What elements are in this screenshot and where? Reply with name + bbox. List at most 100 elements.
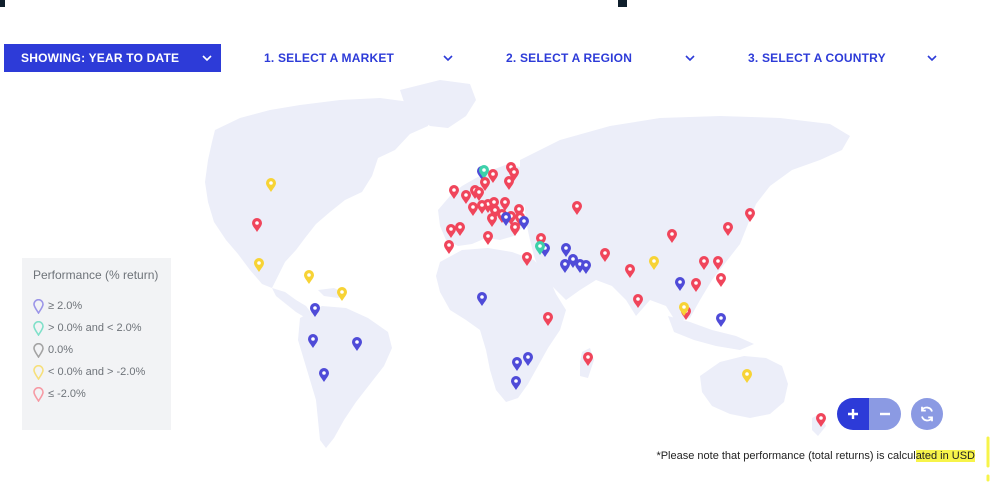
map-pin-dot: [526, 355, 530, 359]
central-america: [272, 288, 312, 318]
legend-item-label: ≥ 2.0%: [48, 300, 83, 312]
map-pin-dot: [517, 207, 521, 211]
map-pin-dot: [340, 290, 344, 294]
region-dropdown-label: 2. SELECT A REGION: [506, 51, 633, 65]
map-pin-dot: [678, 280, 682, 284]
map-pin-icon: [33, 386, 44, 402]
map-pin-negative[interactable]: [337, 287, 347, 301]
map-pin-dot: [564, 246, 568, 250]
map-pin-icon: [716, 313, 726, 327]
reset-view-button[interactable]: [911, 398, 943, 430]
period-dropdown-label: SHOWING: YEAR TO DATE: [21, 51, 180, 65]
map-pin-icon: [483, 231, 493, 245]
map-pin-dot: [255, 221, 259, 225]
map-pin-dot: [682, 305, 686, 309]
period-dropdown[interactable]: SHOWING: YEAR TO DATE: [4, 44, 221, 72]
map-pin-dot: [514, 379, 518, 383]
map-pin-dot: [719, 276, 723, 280]
map-pin-dot: [539, 236, 543, 240]
footnote-text: Please note that performance (total retu…: [660, 450, 916, 462]
legend-item-label: < 0.0% and > -2.0%: [48, 366, 146, 378]
map-pin-dot: [745, 372, 749, 376]
map-pin-dot: [575, 204, 579, 208]
map-pin-dot: [670, 232, 674, 236]
map-pin-dot: [490, 216, 494, 220]
minus-icon: [880, 412, 890, 416]
chevron-down-icon: [684, 52, 696, 64]
map-pin-negative[interactable]: [304, 270, 314, 284]
market-dropdown[interactable]: 1. SELECT A MARKET: [264, 44, 462, 72]
map-pin-dot: [563, 262, 567, 266]
legend-item-negative: < 0.0% and > -2.0%: [33, 361, 171, 383]
map-pin-dot: [503, 200, 507, 204]
chevron-down-icon: [201, 52, 213, 64]
map-pin-dot: [477, 190, 481, 194]
asia: [520, 116, 850, 322]
map-pin-dot: [748, 211, 752, 215]
map-pin-dot: [603, 251, 607, 255]
legend-item-strong-positive: ≥ 2.0%: [33, 295, 171, 317]
refresh-icon: [921, 406, 933, 422]
map-pin-dot: [546, 315, 550, 319]
map-pin-dot: [269, 181, 273, 185]
map-pin-dot: [586, 355, 590, 359]
legend-item-positive: > 0.0% and < 2.0%: [33, 317, 171, 339]
plus-icon: [848, 409, 858, 419]
map-pin-icon: [337, 287, 347, 301]
map-pin-strong-negative[interactable]: [444, 240, 454, 254]
map-pin-dot: [471, 205, 475, 209]
zoom-in-button[interactable]: [837, 398, 869, 430]
map-pin-dot: [507, 179, 511, 183]
map-pin-dot: [571, 257, 575, 261]
map-pin-dot: [480, 295, 484, 299]
map-pin-dot: [716, 259, 720, 263]
map-pin-icon: [33, 342, 44, 358]
map-pin-dot: [311, 337, 315, 341]
map-pin-strong-positive[interactable]: [716, 313, 726, 327]
north-america: [205, 98, 432, 288]
map-pin-dot: [652, 259, 656, 263]
map-pin-dot: [482, 168, 486, 172]
country-dropdown[interactable]: 3. SELECT A COUNTRY: [748, 44, 946, 72]
country-dropdown-label: 3. SELECT A COUNTRY: [748, 51, 886, 65]
map-pin-dot: [719, 316, 723, 320]
map-pin-icon: [716, 273, 726, 287]
map-pin-dot: [483, 180, 487, 184]
legend-item-label: 0.0%: [48, 344, 74, 356]
zoom-out-button[interactable]: [869, 398, 901, 430]
map-pin-strong-negative[interactable]: [483, 231, 493, 245]
map-pin-icon: [33, 364, 44, 380]
map-pin-dot: [504, 215, 508, 219]
highlighter-mark: [986, 436, 990, 482]
map-pin-dot: [525, 255, 529, 259]
map-pin-dot: [492, 200, 496, 204]
map-pin-strong-negative[interactable]: [716, 273, 726, 287]
map-pin-dot: [512, 170, 516, 174]
southeast-asia: [668, 316, 754, 350]
legend-title: Performance (% return): [33, 268, 159, 282]
performance-legend: Performance (% return) ≥ 2.0% > 0.0% and…: [22, 258, 171, 430]
map-pin-dot: [702, 259, 706, 263]
top-edge-mark: [0, 0, 5, 7]
map-pin-dot: [447, 243, 451, 247]
map-pin-dot: [307, 273, 311, 277]
map-pin-dot: [313, 306, 317, 310]
map-pin-dot: [449, 227, 453, 231]
map-pin-dot: [458, 225, 462, 229]
map-pin-dot: [636, 297, 640, 301]
australia: [700, 356, 788, 418]
south-america: [298, 306, 392, 448]
map-pin-dot: [486, 234, 490, 238]
region-dropdown[interactable]: 2. SELECT A REGION: [506, 44, 704, 72]
chevron-down-icon: [926, 52, 938, 64]
map-pin-icon: [444, 240, 454, 254]
map-pin-dot: [257, 261, 261, 265]
legend-item-label: ≤ -2.0%: [48, 388, 86, 400]
map-pin-dot: [694, 281, 698, 285]
filter-bar: SHOWING: YEAR TO DATE 1. SELECT A MARKET…: [4, 44, 984, 72]
map-pin-dot: [513, 225, 517, 229]
map-pin-icon: [304, 270, 314, 284]
currency-footnote: *Please note that performance (total ret…: [656, 450, 975, 462]
map-pin-icon: [33, 298, 44, 314]
market-dropdown-label: 1. SELECT A MARKET: [264, 51, 395, 65]
